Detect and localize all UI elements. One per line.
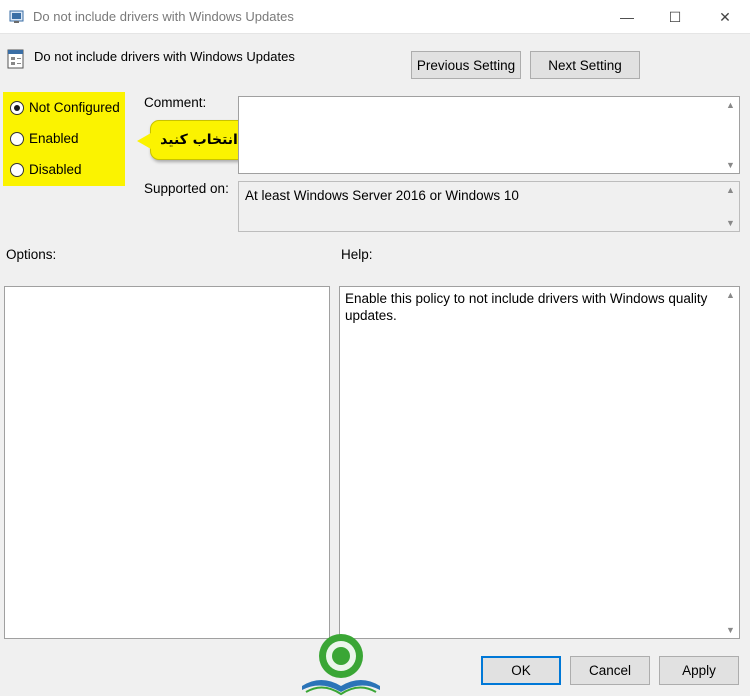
radio-enabled[interactable]: Enabled (10, 131, 79, 146)
scroll-up-icon[interactable]: ▲ (726, 100, 735, 110)
learning-logo-icon (302, 634, 380, 696)
select-callout: انتخاب کنید (137, 120, 248, 160)
policy-editor-icon (9, 10, 24, 23)
minimize-button[interactable]: — (600, 0, 654, 34)
radio-checked-icon[interactable] (10, 100, 24, 115)
policy-setting-icon (7, 49, 24, 69)
help-text: Enable this policy to not include driver… (345, 291, 708, 323)
options-label: Options: (6, 247, 57, 262)
window-title: Do not include drivers with Windows Upda… (33, 9, 294, 24)
radio-unchecked-icon[interactable] (10, 131, 24, 146)
scroll-down-icon[interactable]: ▼ (726, 218, 735, 228)
help-label: Help: (341, 247, 373, 262)
apply-button[interactable]: Apply (659, 656, 739, 685)
close-button[interactable]: ✕ (698, 0, 750, 34)
ok-button[interactable]: OK (481, 656, 561, 685)
scroll-down-icon[interactable]: ▼ (726, 160, 735, 170)
cancel-button[interactable]: Cancel (570, 656, 650, 685)
state-radio-group: Not Configured Enabled Disabled (3, 92, 125, 186)
radio-label: Disabled (29, 162, 82, 177)
supported-on-label: Supported on: (144, 181, 229, 196)
radio-label: Enabled (29, 131, 79, 146)
help-panel: Enable this policy to not include driver… (339, 286, 740, 639)
radio-disabled[interactable]: Disabled (10, 162, 82, 177)
maximize-button[interactable]: ☐ (648, 0, 702, 34)
comment-label: Comment: (144, 95, 207, 110)
title-bar: Do not include drivers with Windows Upda… (0, 0, 750, 34)
radio-unchecked-icon[interactable] (10, 162, 24, 177)
options-panel (4, 286, 330, 639)
supported-on-field: At least Windows Server 2016 or Windows … (238, 181, 740, 232)
scroll-up-icon[interactable]: ▲ (726, 185, 735, 195)
radio-label: Not Configured (29, 100, 120, 115)
supported-scrollbar[interactable]: ▲ ▼ (722, 182, 739, 231)
radio-not-configured[interactable]: Not Configured (10, 100, 120, 115)
policy-title: Do not include drivers with Windows Upda… (34, 49, 295, 64)
help-scrollbar[interactable]: ▲ ▼ (722, 287, 739, 638)
comment-textarea[interactable]: ▲ ▼ (238, 96, 740, 174)
scroll-up-icon[interactable]: ▲ (726, 290, 735, 300)
comment-scrollbar[interactable]: ▲ ▼ (722, 97, 739, 173)
supported-on-value: At least Windows Server 2016 or Windows … (245, 188, 519, 203)
previous-setting-button[interactable]: Previous Setting (411, 51, 521, 79)
scroll-down-icon[interactable]: ▼ (726, 625, 735, 635)
next-setting-button[interactable]: Next Setting (530, 51, 640, 79)
